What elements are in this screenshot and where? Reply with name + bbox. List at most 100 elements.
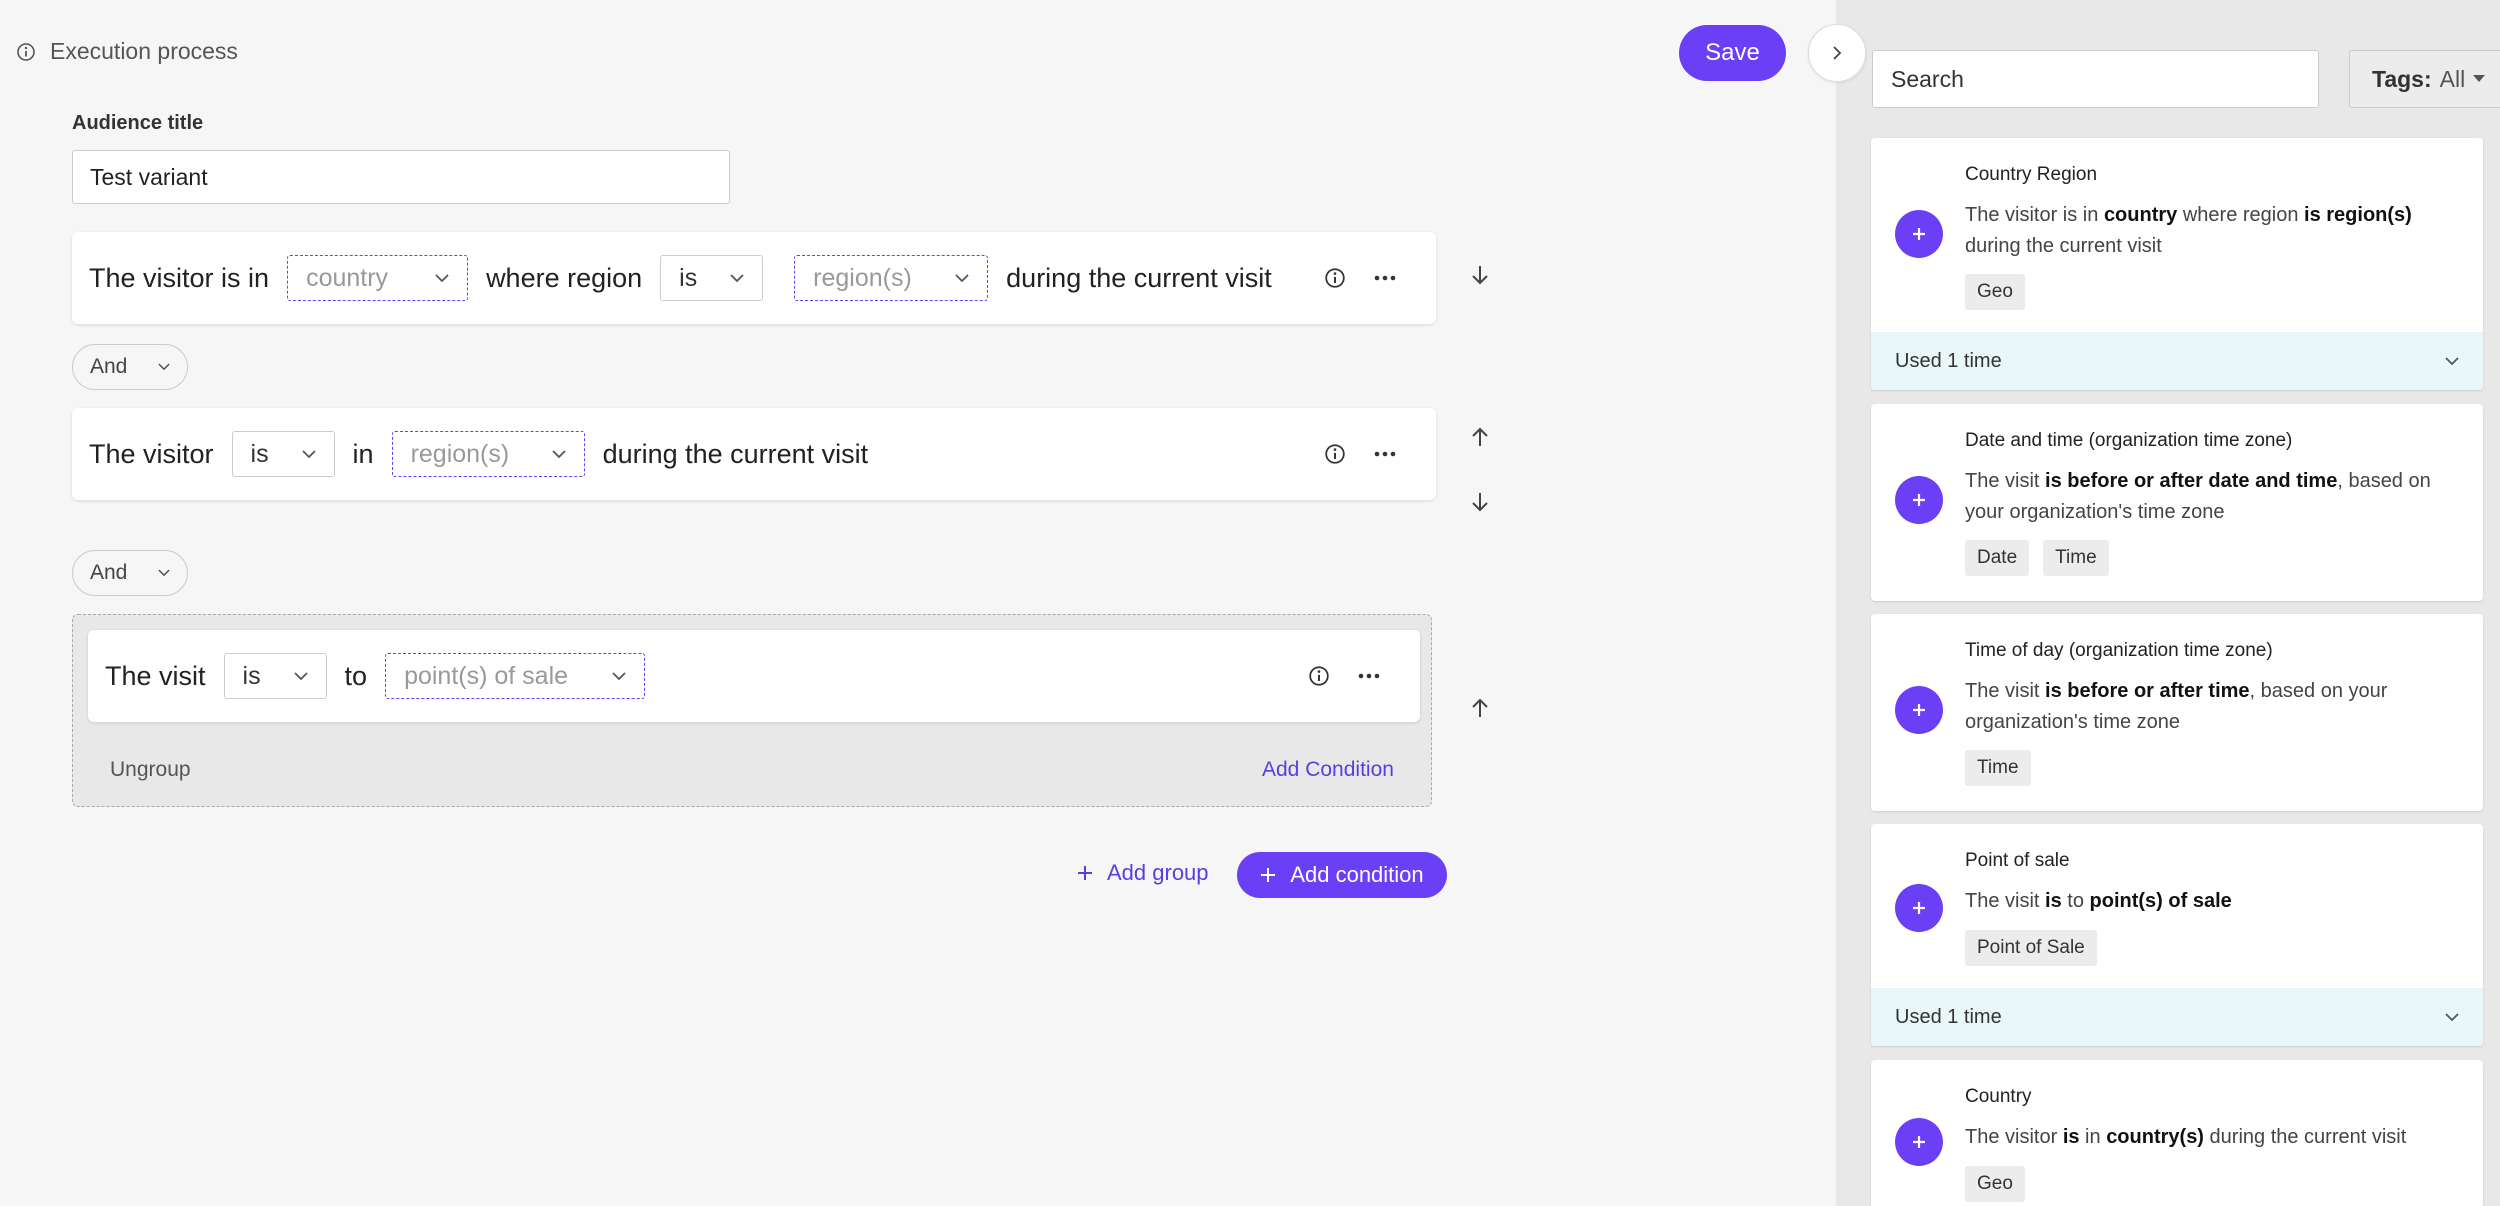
add-group-label: Add group bbox=[1107, 860, 1209, 885]
condition-text: to bbox=[344, 660, 368, 691]
move-down-icon[interactable] bbox=[1470, 491, 1490, 513]
operator-and-pill[interactable]: And bbox=[72, 344, 188, 390]
search-input[interactable]: Search bbox=[1872, 50, 2319, 108]
country-dropdown[interactable]: country bbox=[287, 255, 469, 301]
add-template-icon[interactable] bbox=[1895, 686, 1943, 734]
operator-label: And bbox=[90, 355, 128, 378]
condition-text: in bbox=[352, 438, 374, 469]
operator-and-pill[interactable]: And bbox=[72, 550, 188, 596]
point-of-sale-dropdown[interactable]: point(s) of sale bbox=[385, 653, 646, 699]
move-down-icon[interactable] bbox=[1470, 264, 1490, 286]
add-template-icon[interactable] bbox=[1895, 884, 1943, 932]
tags-label: Tags: bbox=[2372, 65, 2432, 92]
execution-process[interactable]: Execution process bbox=[16, 38, 238, 65]
operator-dropdown[interactable]: is bbox=[660, 255, 764, 301]
info-icon bbox=[16, 42, 36, 62]
template-tag: Time bbox=[1965, 750, 2031, 786]
audience-title-input[interactable]: Test variant bbox=[72, 150, 730, 204]
condition-text: The visit bbox=[105, 660, 206, 691]
usage-label: Used 1 time bbox=[1895, 349, 2002, 372]
chevron-down-icon bbox=[158, 569, 170, 577]
template-tag: Geo bbox=[1965, 1166, 2025, 1202]
chevron-down-icon bbox=[2445, 356, 2459, 366]
template-tags: Geo bbox=[1965, 274, 2025, 310]
template-description: The visit is before or after date and ti… bbox=[1965, 470, 2431, 523]
dropdown-value: region(s) bbox=[410, 439, 510, 468]
execution-process-label: Execution process bbox=[50, 38, 238, 64]
template-description: The visit is to point(s) of sale bbox=[1965, 890, 2232, 912]
template-description: The visitor is in country(s) during the … bbox=[1965, 1126, 2407, 1148]
condition-text: during the current visit bbox=[602, 438, 869, 469]
region-dropdown[interactable]: region(s) bbox=[391, 431, 585, 477]
operator-dropdown[interactable]: is bbox=[231, 431, 335, 477]
condition-text: The visitor is in bbox=[89, 262, 270, 293]
more-options-icon[interactable] bbox=[1374, 275, 1396, 281]
template-title: Point of sale bbox=[1965, 850, 2070, 871]
condition-template-card[interactable]: Date and time (organization time zone) T… bbox=[1871, 404, 2483, 601]
add-template-icon[interactable] bbox=[1895, 1118, 1943, 1166]
save-button[interactable]: Save bbox=[1679, 25, 1786, 81]
condition-card: The visitor is in country where region i… bbox=[72, 232, 1436, 324]
ungroup-button[interactable]: Ungroup bbox=[110, 758, 191, 782]
chevron-down-icon bbox=[158, 363, 170, 371]
group-add-condition-link[interactable]: Add Condition bbox=[1262, 758, 1394, 782]
tags-value: All bbox=[2439, 65, 2466, 92]
template-tags: Geo bbox=[1965, 1166, 2025, 1202]
operator-dropdown[interactable]: is bbox=[223, 653, 327, 699]
template-tag: Date bbox=[1965, 540, 2030, 576]
chevron-right-icon bbox=[1832, 45, 1842, 61]
dropdown-value: is bbox=[250, 439, 269, 468]
template-tag: Geo bbox=[1965, 274, 2025, 310]
condition-text: The visitor bbox=[89, 438, 214, 469]
chevron-down-icon bbox=[730, 273, 744, 283]
template-tag: Time bbox=[2043, 540, 2109, 576]
condition-text: during the current visit bbox=[1006, 262, 1272, 293]
condition-template-card[interactable]: Point of sale The visit is to point(s) o… bbox=[1871, 824, 2483, 1046]
add-template-icon[interactable] bbox=[1895, 476, 1943, 524]
condition-card: The visit is to point(s) of sale bbox=[88, 630, 1420, 722]
dropdown-value: region(s) bbox=[813, 263, 912, 292]
plus-icon bbox=[1077, 865, 1093, 881]
condition-template-card[interactable]: Country The visitor is in country(s) dur… bbox=[1871, 1060, 2483, 1206]
region-dropdown[interactable]: region(s) bbox=[794, 255, 989, 301]
info-icon[interactable] bbox=[1324, 443, 1346, 465]
chevron-down-icon bbox=[293, 671, 308, 681]
usage-row[interactable]: Used 1 time bbox=[1871, 332, 2483, 390]
more-options-icon[interactable] bbox=[1374, 451, 1396, 457]
template-title: Country Region bbox=[1965, 164, 2098, 185]
template-title: Country bbox=[1965, 1086, 2032, 1107]
condition-text: where region bbox=[486, 262, 643, 293]
add-group-button[interactable]: Add group bbox=[1077, 860, 1209, 886]
chevron-down-icon bbox=[435, 273, 449, 283]
template-tags: Time bbox=[1965, 750, 2031, 786]
chevron-down-icon bbox=[301, 449, 316, 459]
template-title: Date and time (organization time zone) bbox=[1965, 430, 2293, 451]
template-description: The visitor is in country where region i… bbox=[1965, 204, 2412, 257]
template-title: Time of day (organization time zone) bbox=[1965, 640, 2273, 661]
condition-template-card[interactable]: Country Region The visitor is in country… bbox=[1871, 138, 2483, 390]
move-up-icon[interactable] bbox=[1470, 697, 1490, 719]
template-tag: Point of Sale bbox=[1965, 930, 2097, 966]
dropdown-value: is bbox=[242, 661, 261, 690]
more-options-icon[interactable] bbox=[1358, 673, 1380, 679]
condition-template-card[interactable]: Time of day (organization time zone) The… bbox=[1871, 614, 2483, 811]
chevron-down-icon bbox=[551, 449, 566, 459]
info-icon[interactable] bbox=[1324, 267, 1346, 289]
template-tags: Point of Sale bbox=[1965, 930, 2097, 966]
add-template-icon[interactable] bbox=[1895, 210, 1943, 258]
collapse-panel-button[interactable] bbox=[1808, 24, 1866, 82]
plus-icon bbox=[1260, 867, 1276, 883]
tags-filter-dropdown[interactable]: Tags: All bbox=[2349, 50, 2500, 108]
dropdown-value: country bbox=[306, 263, 389, 292]
audience-editor: Execution process Save Audience title Te… bbox=[0, 0, 1836, 1206]
info-icon[interactable] bbox=[1308, 665, 1330, 687]
usage-row[interactable]: Used 1 time bbox=[1871, 988, 2483, 1046]
template-tags: Date Time bbox=[1965, 540, 2109, 576]
chevron-down-icon bbox=[2445, 1012, 2459, 1022]
condition-card: The visitor is in region(s) during the c… bbox=[72, 408, 1436, 500]
operator-label: And bbox=[90, 561, 128, 584]
move-up-icon[interactable] bbox=[1470, 426, 1490, 448]
audience-title-label: Audience title bbox=[72, 112, 204, 134]
dropdown-value: point(s) of sale bbox=[404, 661, 569, 690]
add-condition-button[interactable]: Add condition bbox=[1237, 852, 1447, 898]
